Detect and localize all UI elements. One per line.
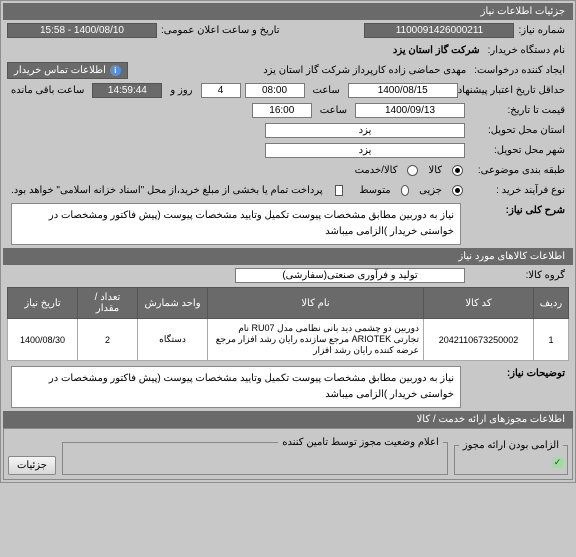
quote-time: 16:00: [252, 103, 312, 118]
days-value: 4: [201, 83, 241, 98]
quote-date: 1400/09/13: [355, 103, 465, 118]
cell-row: 1: [534, 319, 569, 361]
col-date: تاریخ نیاز: [8, 288, 78, 319]
cell-qty: 2: [78, 319, 138, 361]
cell-name: دوربین دو چشمی دید بانی نظامی مدل RU07 ن…: [208, 319, 424, 361]
cat2-label: کالا/خدمت: [351, 165, 402, 176]
pt2-label: متوسط: [355, 185, 394, 196]
cell-date: 1400/08/30: [8, 319, 78, 361]
deadline-time-label: ساعت: [309, 85, 344, 96]
radio-goods[interactable]: [452, 165, 463, 176]
deadline-date: 1400/08/15: [348, 83, 458, 98]
summary-text: نیاز به دوربین مطابق مشخصات پیوست تکمیل …: [11, 203, 461, 245]
items-table: ردیف کد کالا نام کالا واحد شمارش تعداد /…: [7, 287, 569, 361]
remain-label: ساعت باقی مانده: [7, 85, 88, 96]
col-row: ردیف: [534, 288, 569, 319]
radio-medium[interactable]: [401, 185, 410, 196]
notes-label: توضیحات نیاز:: [469, 364, 569, 379]
payment-cb-label: پرداخت تمام یا بخشی از مبلغ خرید،از محل …: [7, 185, 327, 196]
summary-label: شرح کلی نیاز:: [469, 201, 569, 216]
provider-required-fieldset: الزامی بودن ارائه مجوز ✓: [454, 440, 568, 475]
notes-text: نیاز به دوربین مطابق مشخصات پیوست تکمیل …: [11, 366, 461, 408]
provider-status-fieldset: اعلام وضعیت مجوز توسط تامین کننده: [62, 437, 448, 475]
purchase-type-label: نوع فرآیند خرید :: [469, 185, 569, 196]
col-qty: تعداد / مقدار: [78, 288, 138, 319]
days-label: روز و: [166, 85, 196, 96]
info-icon: i: [110, 65, 121, 76]
check-icon: ✓: [552, 457, 563, 468]
province-label: استان محل تحویل:: [469, 125, 569, 136]
city-value: یزد: [265, 143, 465, 158]
creator-label: ایجاد کننده درخواست:: [470, 65, 569, 76]
category-label: طبقه بندی موضوعی:: [469, 165, 569, 176]
contact-buyer-label: اطلاعات تماس خریدار: [14, 65, 106, 76]
remain-time: 14:59:44: [92, 83, 162, 98]
datetime-label: تاریخ و ساعت اعلان عمومی:: [157, 25, 284, 36]
contact-buyer-button[interactable]: i اطلاعات تماس خریدار: [7, 62, 128, 79]
cell-unit: دستگاه: [138, 319, 208, 361]
details-button[interactable]: جزئیات: [8, 456, 56, 475]
radio-goods-service[interactable]: [407, 165, 418, 176]
buyer-label: نام دستگاه خریدار:: [484, 45, 569, 56]
section-header-licenses: اطلاعات مجوزهای ارائه خدمت / کالا: [3, 411, 573, 428]
datetime-value: 1400/08/10 - 15:58: [7, 23, 157, 38]
number-label: شماره نیاز:: [514, 25, 569, 36]
payment-treasury-checkbox[interactable]: [335, 185, 344, 196]
quote-until-label: قیمت تا تاریخ:: [469, 105, 569, 116]
table-row[interactable]: 1 2042110673250002 دوربین دو چشمی دید با…: [8, 319, 569, 361]
cat1-label: کالا: [424, 165, 446, 176]
radio-minor[interactable]: [452, 185, 463, 196]
col-name: نام کالا: [208, 288, 424, 319]
quote-time-label: ساعت: [316, 105, 351, 116]
cell-code: 2042110673250002: [424, 319, 534, 361]
province-value: یزد: [265, 123, 465, 138]
pt1-label: جزیی: [415, 185, 446, 196]
number-value: 1100091426000211: [364, 23, 514, 38]
group-label: گروه کالا:: [469, 270, 569, 281]
provider-required-legend: الزامی بودن ارائه مجوز: [459, 440, 563, 451]
city-label: شهر محل تحویل:: [469, 145, 569, 156]
col-unit: واحد شمارش: [138, 288, 208, 319]
section-header-items: اطلاعات کالاهای مورد نیاز: [3, 248, 573, 265]
deadline-label: حداقل تاریخ اعتبار پیشنهاد:: [462, 85, 569, 96]
provider-status-legend: اعلام وضعیت مجوز توسط تامین کننده: [278, 437, 443, 448]
section-header-need: جزئیات اطلاعات نیاز: [3, 3, 573, 20]
creator-value: مهدی حماضی زاده کارپرداز شرکت گاز استان …: [259, 65, 470, 76]
group-value: تولید و فرآوری صنعتی(سفارشی): [235, 268, 465, 283]
buyer-value: شرکت گاز استان یزد: [389, 45, 484, 56]
col-code: کد کالا: [424, 288, 534, 319]
deadline-time: 08:00: [245, 83, 305, 98]
